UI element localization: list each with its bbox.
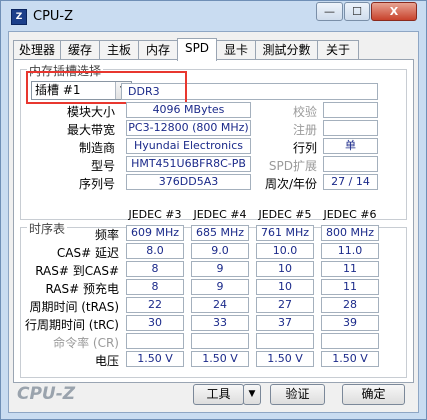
timing-value-cell: 24 xyxy=(191,297,249,313)
cpuz-app-icon: Z xyxy=(11,9,27,25)
timing-value-cell xyxy=(321,333,379,349)
timing-value-cell: 10 xyxy=(256,261,314,277)
week-year-value: 27 / 14 xyxy=(323,174,378,190)
timing-value-cell: 22 xyxy=(126,297,184,313)
registered-value xyxy=(323,120,378,136)
tools-button[interactable]: 工具 xyxy=(193,384,244,405)
maximize-button[interactable]: ☐ xyxy=(344,2,370,21)
timing-value-cell: 8.0 xyxy=(126,243,184,259)
tab-mainboard[interactable]: 主板 xyxy=(99,40,139,60)
timing-value-cell: 10 xyxy=(256,279,314,295)
timing-value-cell: 39 xyxy=(321,315,379,331)
timing-row-label: RAS# 预充电 xyxy=(45,282,119,296)
timing-value-cell: 1.50 V xyxy=(321,351,379,367)
timing-value-cell: 8 xyxy=(126,279,184,295)
timing-value-cell: 11 xyxy=(321,279,379,295)
module-size-label: 模块大小 xyxy=(66,105,115,119)
tools-dropdown-arrow-icon[interactable]: ▼ xyxy=(243,384,261,405)
ranks-value: 单 xyxy=(323,138,378,154)
timing-value-cell: 609 MHz xyxy=(126,225,184,241)
window-title: CPU-Z xyxy=(33,9,74,24)
cpuz-window: Z CPU-Z — ☐ X 处理器 缓存 主板 内存 SPD 显卡 測試分數 关… xyxy=(0,0,427,420)
timing-value-cell: 685 MHz xyxy=(191,225,249,241)
timing-value-cell: 10.0 xyxy=(256,243,314,259)
timing-value-cell: 1.50 V xyxy=(191,351,249,367)
week-year-label: 周次/年份 xyxy=(264,177,317,191)
tab-cpu[interactable]: 处理器 xyxy=(13,40,61,60)
timing-value-cell: 800 MHz xyxy=(321,225,379,241)
timing-value-cell: 37 xyxy=(256,315,314,331)
timing-value-cell: 9.0 xyxy=(191,243,249,259)
close-button[interactable]: X xyxy=(371,2,417,21)
tab-caches[interactable]: 缓存 xyxy=(60,40,100,60)
cpuz-logo: CPU-Z xyxy=(17,384,76,404)
tab-graphics[interactable]: 显卡 xyxy=(216,40,256,60)
serial-value: 376DD5A3 xyxy=(126,174,251,190)
timing-value-cell: 9 xyxy=(191,279,249,295)
timing-value-cell: 1.50 V xyxy=(256,351,314,367)
timing-value-cell xyxy=(256,333,314,349)
timing-value-cell: 8 xyxy=(126,261,184,277)
part-number-value: HMT451U6BFR8C-PB xyxy=(126,156,251,172)
tab-bench[interactable]: 測試分數 xyxy=(255,40,318,60)
client-area: 处理器 缓存 主板 内存 SPD 显卡 測試分數 关于 内存插槽选择 时序表 插… xyxy=(8,31,419,413)
timing-value-cell: 11 xyxy=(321,261,379,277)
timing-col-header: JEDEC #6 xyxy=(323,208,377,221)
module-size-value: 4096 MBytes xyxy=(126,102,251,118)
timing-row-label: CAS# 延迟 xyxy=(56,246,119,260)
check-label: 校验 xyxy=(292,105,317,119)
tab-spd[interactable]: SPD xyxy=(177,38,217,61)
timing-col-header: JEDEC #4 xyxy=(193,208,247,221)
timing-value-cell: 761 MHz xyxy=(256,225,314,241)
timing-row-label: 命令率 (CR) xyxy=(53,336,119,350)
validate-button[interactable]: 验证 xyxy=(270,384,325,405)
timing-value-cell xyxy=(126,333,184,349)
spd-ext-value xyxy=(323,156,378,172)
timing-value-cell: 28 xyxy=(321,297,379,313)
check-value xyxy=(323,102,378,118)
highlight-annotation xyxy=(26,71,187,104)
timing-row-label: 行周期时间 (tRC) xyxy=(24,318,119,332)
max-bandwidth-value: PC3-12800 (800 MHz) xyxy=(126,120,251,136)
registered-label: 注册 xyxy=(292,123,317,137)
manufacturer-label: 制造商 xyxy=(78,141,115,155)
title-bar[interactable]: Z CPU-Z — ☐ X xyxy=(1,1,426,31)
timing-row-label: RAS# 到CAS# xyxy=(35,264,119,278)
timing-col-header: JEDEC #3 xyxy=(128,208,182,221)
serial-label: 序列号 xyxy=(78,177,115,191)
timing-col-header: JEDEC #5 xyxy=(258,208,312,221)
timing-value-cell: 1.50 V xyxy=(126,351,184,367)
part-number-label: 型号 xyxy=(90,159,115,173)
timing-value-cell: 33 xyxy=(191,315,249,331)
timing-value-cell: 30 xyxy=(126,315,184,331)
spd-ext-label: SPD扩展 xyxy=(268,159,317,173)
timing-row-label: 电压 xyxy=(94,354,119,368)
timing-value-cell: 27 xyxy=(256,297,314,313)
tab-memory[interactable]: 内存 xyxy=(138,40,178,60)
timing-row-label: 频率 xyxy=(94,228,119,242)
manufacturer-value: Hyundai Electronics xyxy=(126,138,251,154)
max-bandwidth-label: 最大带宽 xyxy=(66,123,115,137)
timing-row-label: 周期时间 (tRAS) xyxy=(29,300,119,314)
tab-strip: 处理器 缓存 主板 内存 SPD 显卡 測試分數 关于 xyxy=(13,38,413,61)
timing-value-cell xyxy=(191,333,249,349)
timing-value-cell: 11.0 xyxy=(321,243,379,259)
timing-value-cell: 9 xyxy=(191,261,249,277)
ok-button[interactable]: 确定 xyxy=(342,384,405,405)
minimize-button[interactable]: — xyxy=(316,2,343,21)
ranks-label: 行列 xyxy=(292,141,317,155)
tab-about[interactable]: 关于 xyxy=(317,40,359,60)
